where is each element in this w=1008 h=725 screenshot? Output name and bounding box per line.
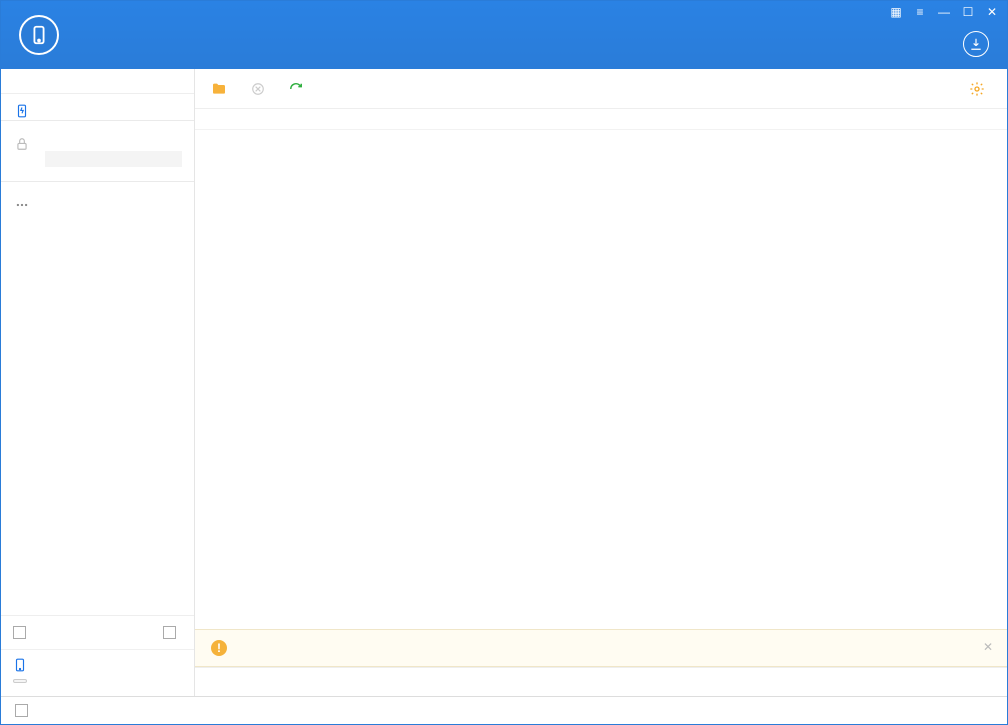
refresh-button[interactable] [289,82,309,96]
toolbar [195,69,1007,109]
logo [1,15,87,55]
gear-icon [969,81,985,97]
close-icon[interactable]: ✕ [985,5,999,19]
titlebar: ▦ ≡ — ☐ ✕ [1,1,1007,69]
alert-close-icon[interactable]: ✕ [983,640,993,654]
lock-icon [15,137,29,151]
statusbar [1,696,1007,724]
more-icon [15,198,29,212]
logo-icon [19,15,59,55]
menu-icon[interactable]: ▦ [889,5,903,19]
block-itunes-checkbox[interactable] [15,704,28,717]
minimize-icon[interactable]: — [937,5,951,19]
sidebar-flash-header[interactable] [1,94,194,114]
delete-button [251,82,271,96]
main: ! ✕ [1,69,1007,696]
warning-icon: ! [211,640,227,656]
flash-settings-button[interactable] [969,81,991,97]
device-capacity [13,679,27,683]
delete-icon [251,82,265,96]
sidebar-more-header[interactable] [1,188,194,208]
flash-options [195,667,1007,696]
auto-activate-checkbox[interactable] [13,626,26,639]
jailbreak-note [45,151,182,167]
table-header [195,109,1007,130]
sidebar [1,69,195,696]
window-controls: ▦ ≡ — ☐ ✕ [889,5,999,19]
folder-icon [211,81,227,97]
skip-guide-checkbox[interactable] [163,626,176,639]
refresh-icon [289,82,303,96]
auto-activate-row [1,616,194,650]
sidebar-jailbreak-header [1,127,194,147]
separator [1,120,194,121]
flash-icon [15,104,29,118]
content: ! ✕ [195,69,1007,696]
list-icon[interactable]: ≡ [913,5,927,19]
device-icon [13,658,27,672]
device-panel[interactable] [1,650,194,696]
block-itunes-toggle[interactable] [15,704,34,717]
connection-status [1,69,194,94]
downloads-button[interactable] [963,31,989,57]
maximize-icon[interactable]: ☐ [961,5,975,19]
open-folder-button[interactable] [211,81,233,97]
appleid-alert: ! ✕ [195,629,1007,667]
sidebar-bottom [1,615,194,696]
separator [1,181,194,182]
